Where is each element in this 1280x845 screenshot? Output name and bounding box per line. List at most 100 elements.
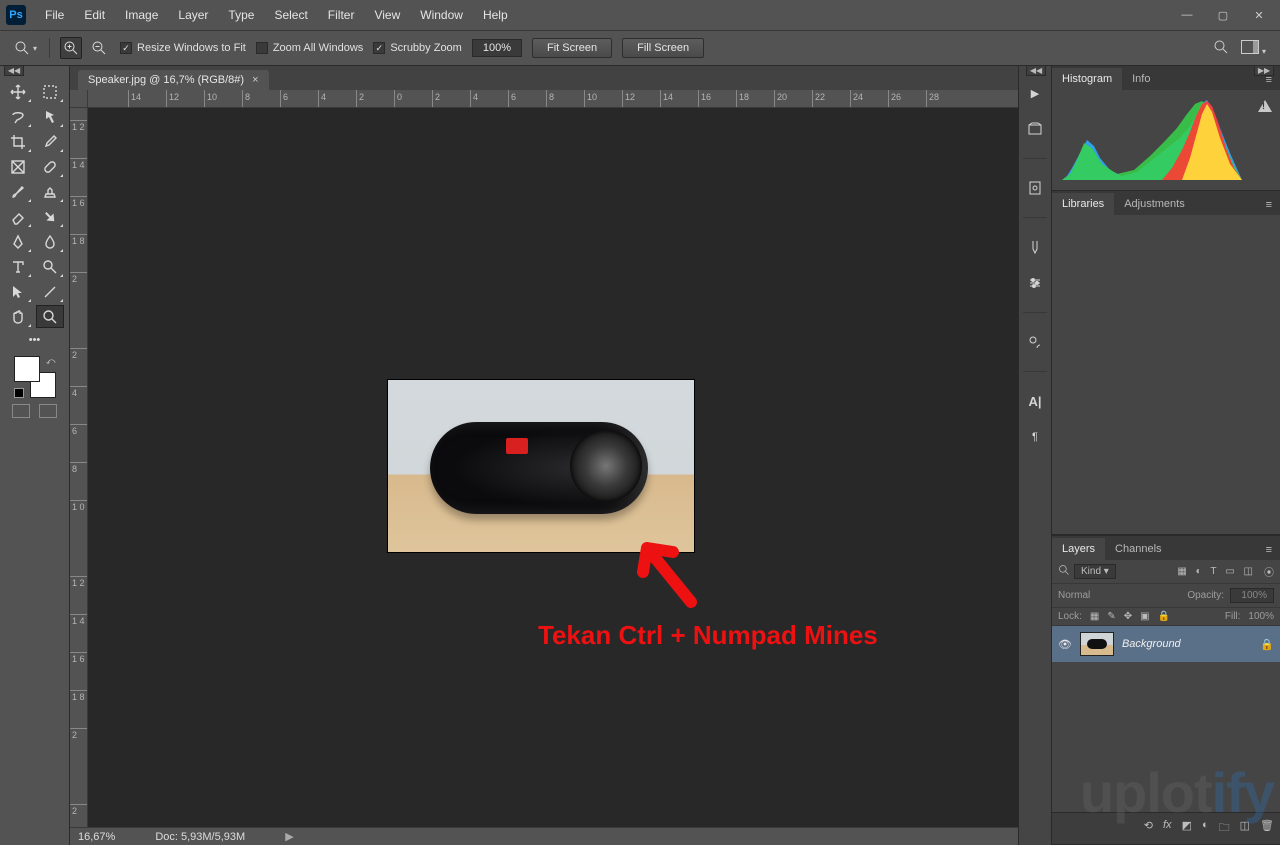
layer-lock-icon[interactable]: 🔒 (1260, 638, 1274, 651)
zoom-percent-field[interactable]: 100% (472, 39, 522, 57)
layer-group-icon[interactable]: 🗀 (1219, 819, 1230, 838)
crop-tool[interactable] (4, 130, 32, 153)
layer-filter-kind[interactable]: Kind ▾ (1074, 564, 1116, 579)
gradient-tool[interactable] (36, 205, 64, 228)
tab-adjustments[interactable]: Adjustments (1114, 193, 1195, 215)
zoom-in-button[interactable] (60, 37, 82, 59)
layer-fx-icon[interactable]: fx (1163, 819, 1172, 838)
blur-tool[interactable] (36, 230, 64, 253)
link-layers-icon[interactable]: ⟲ (1144, 819, 1153, 838)
ruler-vertical[interactable]: 1 2 1 4 1 6 1 8 2 2 4 6 8 1 0 1 2 1 4 1 … (70, 108, 88, 827)
status-zoom[interactable]: 16,67% (78, 831, 115, 843)
resize-windows-checkbox[interactable]: Resize Windows to Fit (120, 42, 246, 54)
fill-screen-button[interactable]: Fill Screen (622, 38, 704, 58)
search-icon[interactable] (1058, 564, 1070, 579)
tab-histogram[interactable]: Histogram (1052, 68, 1122, 90)
strip-collapse-icon[interactable]: ◀◀ (1026, 66, 1046, 76)
blend-mode-dropdown[interactable]: Normal (1058, 590, 1181, 601)
filter-adjust-icon[interactable]: ◐ (1193, 566, 1205, 577)
paragraph-panel-icon[interactable]: ¶ (1024, 426, 1046, 448)
clone-source-panel-icon[interactable] (1024, 331, 1046, 353)
spot-heal-tool[interactable] (36, 155, 64, 178)
libraries-panel-menu-icon[interactable]: ≡ (1258, 195, 1280, 215)
move-tool[interactable] (4, 80, 32, 103)
visibility-icon[interactable]: 👁 (1058, 638, 1072, 651)
type-tool[interactable] (4, 255, 32, 278)
properties-panel-icon[interactable] (1024, 177, 1046, 199)
minimize-button[interactable]: — (1178, 6, 1196, 24)
marquee-tool[interactable] (36, 80, 64, 103)
quick-select-tool[interactable] (36, 105, 64, 128)
path-select-tool[interactable] (4, 280, 32, 303)
menu-view[interactable]: View (365, 4, 409, 26)
tab-layers[interactable]: Layers (1052, 538, 1105, 560)
menu-file[interactable]: File (36, 4, 73, 26)
zoom-out-button[interactable] (88, 37, 110, 59)
zoom-all-checkbox[interactable]: Zoom All Windows (256, 42, 363, 54)
scrubby-zoom-checkbox[interactable]: Scrubby Zoom (373, 42, 462, 54)
zoom-tool[interactable] (36, 305, 64, 328)
delete-layer-icon[interactable]: 🗑 (1260, 819, 1274, 838)
hand-tool[interactable] (4, 305, 32, 328)
filter-type-icon[interactable]: T (1207, 566, 1219, 577)
adjustment-layer-icon[interactable]: ◐ (1202, 819, 1209, 838)
actions-panel-icon[interactable]: ▶ (1024, 82, 1046, 104)
filter-smart-icon[interactable]: ◫ (1241, 566, 1256, 577)
layer-name[interactable]: Background (1122, 638, 1181, 650)
eraser-tool[interactable] (4, 205, 32, 228)
menu-image[interactable]: Image (116, 4, 167, 26)
opacity-value[interactable]: 100% (1230, 588, 1274, 603)
ruler-horizontal[interactable]: 14 12 10 8 6 4 2 0 2 4 6 8 10 12 14 16 1… (88, 90, 1018, 108)
status-menu-icon[interactable]: ▶ (285, 830, 293, 843)
histogram-warning-icon[interactable] (1258, 100, 1272, 112)
tool-preset-dropdown[interactable]: ▾ (10, 38, 50, 58)
line-tool[interactable] (36, 280, 64, 303)
clone-stamp-tool[interactable] (36, 180, 64, 203)
status-doc-size[interactable]: Doc: 5,93M/5,93M (155, 831, 245, 843)
brush-panel-icon[interactable] (1024, 236, 1046, 258)
quick-mask-icon[interactable] (12, 404, 30, 418)
new-layer-icon[interactable]: ◫ (1240, 819, 1250, 838)
layer-mask-icon[interactable]: ◩ (1182, 819, 1192, 838)
history-panel-icon[interactable] (1024, 118, 1046, 140)
menu-select[interactable]: Select (265, 4, 316, 26)
document-tab[interactable]: Speaker.jpg @ 16,7% (RGB/8#) × (78, 70, 269, 90)
tools-collapse-icon[interactable]: ◀◀ (4, 66, 24, 76)
layer-filter-icons[interactable]: ▦ ◐ T ▭ ◫ (1174, 566, 1256, 577)
tab-info[interactable]: Info (1122, 68, 1160, 90)
pen-tool[interactable] (4, 230, 32, 253)
search-icon[interactable] (1213, 39, 1229, 58)
foreground-color-swatch[interactable] (14, 356, 40, 382)
filter-pixel-icon[interactable]: ▦ (1174, 566, 1189, 577)
layer-background[interactable]: 👁 Background 🔒 (1052, 626, 1280, 662)
filter-toggle-icon[interactable]: ⦿ (1264, 564, 1274, 579)
maximize-button[interactable]: ▢ (1214, 6, 1232, 24)
menu-filter[interactable]: Filter (319, 4, 364, 26)
default-colors-icon[interactable] (14, 388, 24, 398)
frame-tool[interactable] (4, 155, 32, 178)
dodge-tool[interactable] (36, 255, 64, 278)
fit-screen-button[interactable]: Fit Screen (532, 38, 612, 58)
lock-image-icon[interactable]: ✎ (1107, 611, 1115, 622)
lock-all-icon[interactable]: 🔒 (1158, 611, 1170, 622)
menu-layer[interactable]: Layer (169, 4, 217, 26)
lasso-tool[interactable] (4, 105, 32, 128)
close-button[interactable]: ✕ (1250, 6, 1268, 24)
filter-shape-icon[interactable]: ▭ (1222, 566, 1237, 577)
screen-mode-icon[interactable] (39, 404, 57, 418)
layer-thumbnail[interactable] (1080, 632, 1114, 656)
menu-edit[interactable]: Edit (75, 4, 114, 26)
layers-panel-menu-icon[interactable]: ≡ (1258, 540, 1280, 560)
character-panel-icon[interactable]: A| (1024, 390, 1046, 412)
color-swatches[interactable]: ⤺ (14, 356, 56, 398)
menu-help[interactable]: Help (474, 4, 517, 26)
close-tab-icon[interactable]: × (252, 74, 258, 86)
menu-type[interactable]: Type (219, 4, 263, 26)
lock-position-icon[interactable]: ✥ (1124, 611, 1132, 622)
brush-tool[interactable] (4, 180, 32, 203)
lock-artboard-icon[interactable]: ▣ (1140, 611, 1149, 622)
edit-toolbar-icon[interactable]: ••• (0, 328, 69, 352)
fill-value[interactable]: 100% (1248, 611, 1274, 622)
workspace-switcher-icon[interactable]: ▾ (1241, 40, 1266, 57)
panels-collapse-icon[interactable]: ▶▶ (1254, 66, 1274, 76)
